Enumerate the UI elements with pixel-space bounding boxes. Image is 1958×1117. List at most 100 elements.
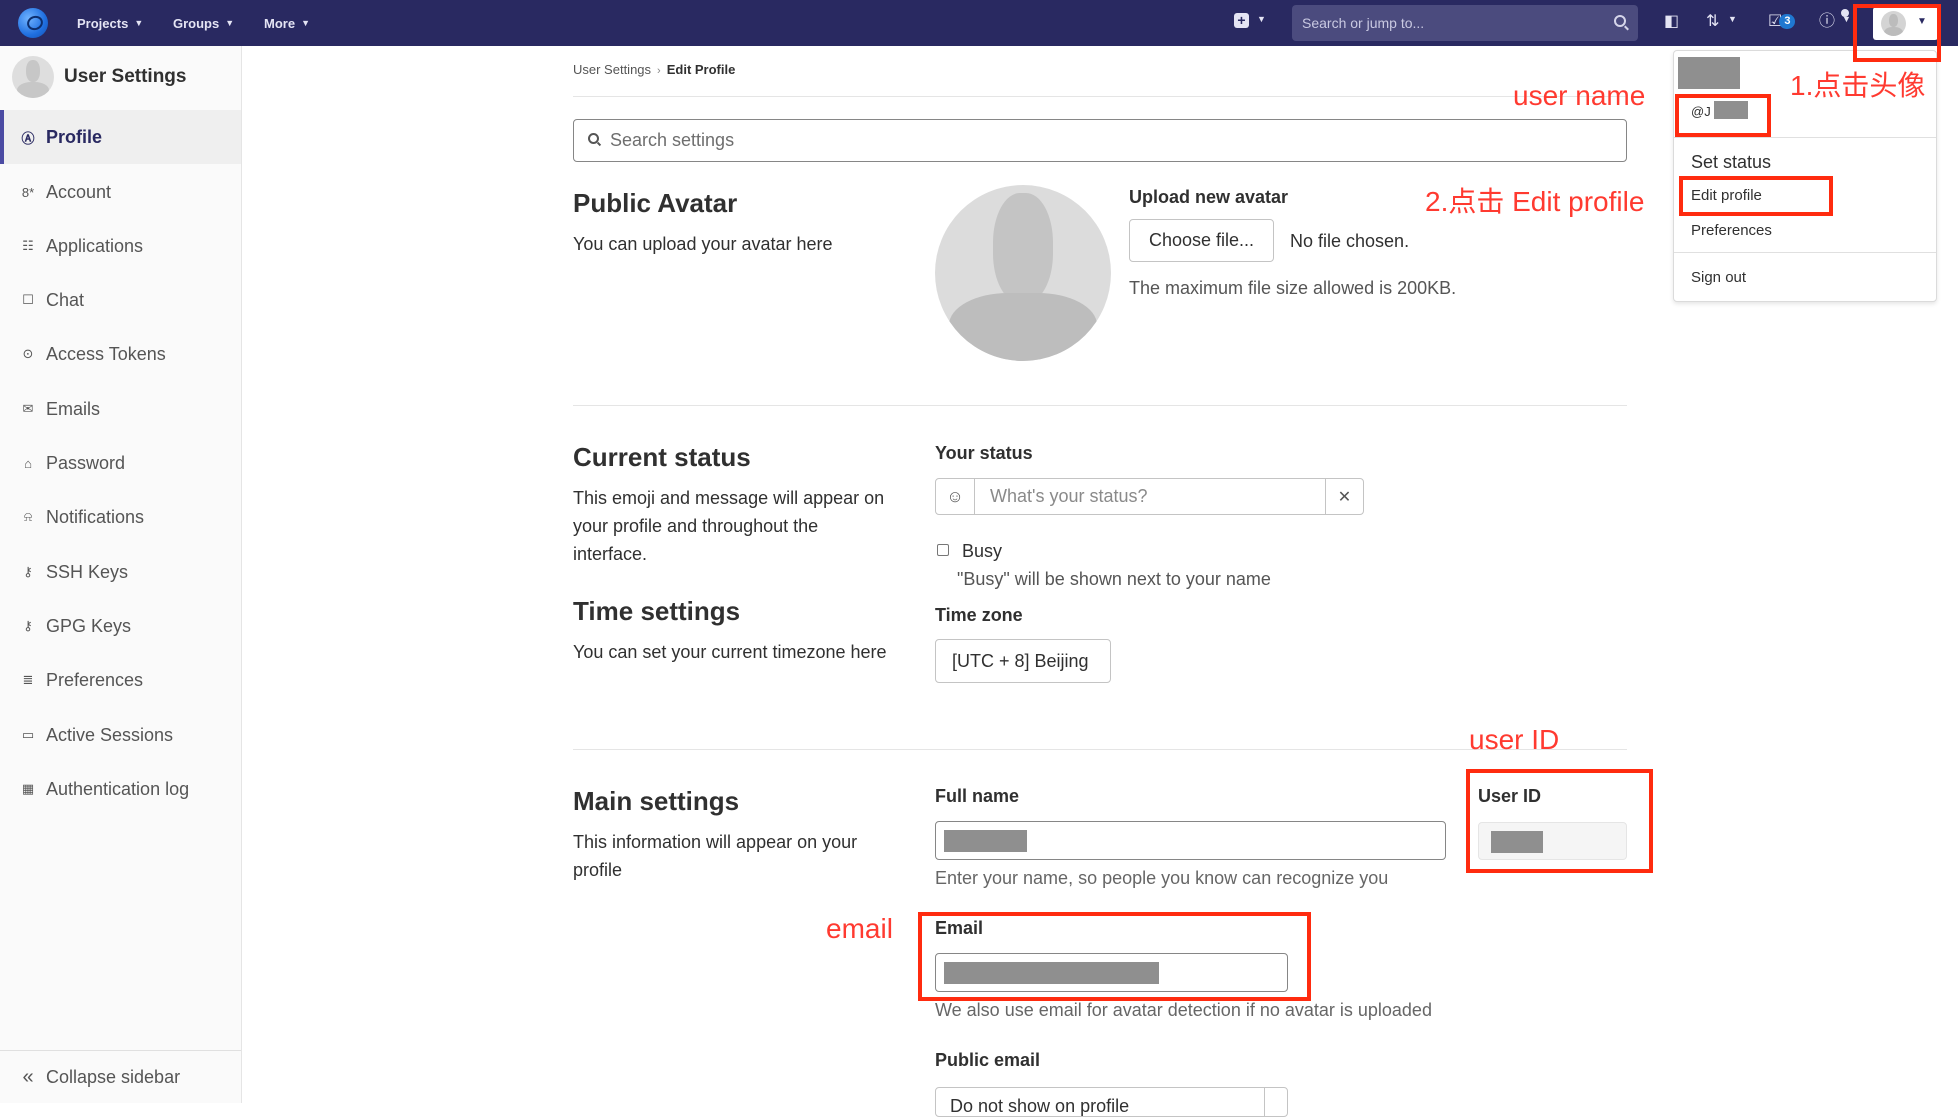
full-name-input[interactable]: [935, 821, 1446, 860]
sidebar-header[interactable]: User Settings: [0, 46, 241, 110]
settings-sidebar: User Settings Ⓐ Profile 8* Account ☷ Applic…: [0, 46, 242, 1103]
projects-menu[interactable]: Projects ▼: [77, 0, 143, 46]
smiley-icon[interactable]: ☺: [936, 479, 975, 514]
set-status-item[interactable]: Set status: [1691, 152, 1771, 173]
global-search[interactable]: [1292, 5, 1638, 41]
more-menu-label: More: [264, 15, 296, 31]
merge-request-icon[interactable]: ⇅: [1706, 12, 1719, 32]
global-search-input[interactable]: [1292, 5, 1638, 41]
todo-count-badge: 3: [1779, 14, 1796, 29]
plus-square-icon[interactable]: +: [1234, 13, 1249, 28]
sidebar-item-gpg-keys[interactable]: ⚷ GPG Keys: [0, 599, 241, 653]
breadcrumb-separator-icon: ›: [657, 65, 661, 77]
avatar: [12, 56, 54, 98]
public-email-select[interactable]: Do not show on profile: [935, 1087, 1288, 1117]
chevron-down-icon[interactable]: ▼: [1842, 14, 1851, 24]
sidebar-item-access-tokens[interactable]: ⊙ Access Tokens: [0, 327, 241, 381]
sidebar-item-label: Active Sessions: [46, 724, 174, 745]
chevron-down-icon: ▼: [301, 18, 310, 28]
breadcrumb-user-settings[interactable]: User Settings: [573, 62, 651, 77]
time-zone-label: Time zone: [935, 605, 1023, 625]
choose-file-button[interactable]: Choose file...: [1129, 219, 1274, 262]
busy-label[interactable]: Busy: [962, 537, 1002, 565]
annotation-user-id: user ID: [1469, 724, 1560, 755]
dropdown-divider: [1674, 137, 1936, 138]
annotation-box-edit-profile: [1679, 176, 1833, 216]
todos-button[interactable]: ☑ 3: [1768, 12, 1796, 32]
double-chevron-left-icon: «: [22, 1065, 34, 1088]
full-name-help: Enter your name, so people you know can …: [935, 868, 1389, 888]
bell-icon: ⍾: [23, 509, 33, 524]
issues-icon[interactable]: ◧: [1664, 12, 1679, 32]
breadcrumb-divider: [573, 96, 1627, 97]
gitlab-logo-icon[interactable]: [18, 8, 48, 38]
time-settings-title: Time settings: [573, 596, 741, 626]
annotation-step2: 2.点击 Edit profile: [1425, 186, 1645, 217]
collapse-sidebar-button[interactable]: « Collapse sidebar: [0, 1050, 241, 1103]
projects-menu-label: Projects: [77, 15, 129, 31]
question-circle-icon[interactable]: ⓘ: [1819, 12, 1835, 32]
sidebar-item-label: GPG Keys: [46, 615, 132, 636]
redacted-full-name: [944, 830, 1027, 852]
sidebar-item-authentication-log[interactable]: ▦ Authentication log: [0, 762, 241, 816]
upload-avatar-label: Upload new avatar: [1129, 187, 1289, 207]
time-settings-description: You can set your current timezone here: [573, 642, 887, 662]
sidebar-item-label: Account: [46, 181, 112, 202]
chevron-down-icon[interactable]: ▼: [1728, 14, 1737, 24]
public-email-label: Public email: [935, 1050, 1041, 1070]
sidebar-item-label: Chat: [46, 289, 85, 310]
preferences-item[interactable]: Preferences: [1691, 222, 1772, 239]
sidebar-item-label: Profile: [46, 126, 103, 147]
chevron-down-icon: ▼: [134, 18, 144, 28]
collapse-sidebar-label: Collapse sidebar: [46, 1066, 181, 1087]
sidebar-item-ssh-keys[interactable]: ⚷ SSH Keys: [0, 545, 241, 599]
sidebar-item-chat[interactable]: ☐ Chat: [0, 273, 241, 327]
annotation-box-username: [1675, 94, 1771, 137]
groups-menu[interactable]: Groups ▼: [173, 0, 234, 46]
search-icon: [1614, 15, 1626, 27]
annotation-user-name: user name: [1513, 80, 1646, 111]
clear-status-icon[interactable]: ✕: [1325, 479, 1363, 514]
sign-out-item[interactable]: Sign out: [1691, 269, 1746, 286]
sidebar-item-profile[interactable]: Ⓐ Profile: [0, 110, 241, 164]
sidebar-item-preferences[interactable]: ≣ Preferences: [0, 653, 241, 707]
sidebar-item-emails[interactable]: ✉ Emails: [0, 382, 241, 436]
search-settings-input[interactable]: [610, 120, 1610, 161]
account-icon: 8*: [21, 184, 35, 200]
groups-menu-label: Groups: [173, 15, 220, 31]
public-avatar-title: Public Avatar: [573, 188, 738, 218]
breadcrumb-edit-profile[interactable]: Edit Profile: [667, 62, 736, 77]
public-email-value: Do not show on profile: [950, 1096, 1130, 1116]
monitor-icon: ▭: [21, 727, 35, 742]
sidebar-item-label: SSH Keys: [46, 561, 129, 582]
lock-icon: ⌂: [24, 455, 32, 471]
busy-checkbox[interactable]: [937, 544, 949, 556]
sidebar-item-label: Password: [46, 452, 126, 473]
token-icon: ⊙: [22, 346, 34, 361]
sidebar-item-password[interactable]: ⌂ Password: [0, 436, 241, 490]
applications-icon: ☷: [22, 238, 34, 253]
preferences-icon: ≣: [22, 672, 34, 687]
status-message-input[interactable]: [976, 479, 1320, 514]
email-help: We also use email for avatar detection i…: [935, 1000, 1432, 1020]
sidebar-item-active-sessions[interactable]: ▭ Active Sessions: [0, 708, 241, 762]
sidebar-item-label: Emails: [46, 398, 101, 419]
search-settings[interactable]: [573, 119, 1627, 162]
sidebar-item-applications[interactable]: ☷ Applications: [0, 219, 241, 273]
more-menu[interactable]: More ▼: [264, 0, 310, 46]
sidebar-item-label: Notifications: [46, 506, 145, 527]
sidebar-title: User Settings: [64, 66, 187, 87]
chat-icon: ☐: [22, 292, 34, 307]
avatar: [935, 185, 1111, 361]
annotation-step1: 1.点击头像: [1790, 70, 1926, 101]
sidebar-item-label: Applications: [46, 235, 144, 256]
timezone-select[interactable]: [UTC + 8] Beijing: [935, 639, 1111, 683]
sidebar-item-account[interactable]: 8* Account: [0, 165, 241, 219]
max-file-size-text: The maximum file size allowed is 200KB.: [1129, 278, 1457, 298]
section-divider: [573, 405, 1627, 406]
chevron-down-icon[interactable]: ▼: [1257, 14, 1266, 24]
main-settings-title: Main settings: [573, 786, 740, 816]
key-icon: ⚷: [23, 564, 33, 579]
sidebar-item-notifications[interactable]: ⍾ Notifications: [0, 490, 241, 544]
sidebar-item-label: Access Tokens: [46, 343, 166, 364]
